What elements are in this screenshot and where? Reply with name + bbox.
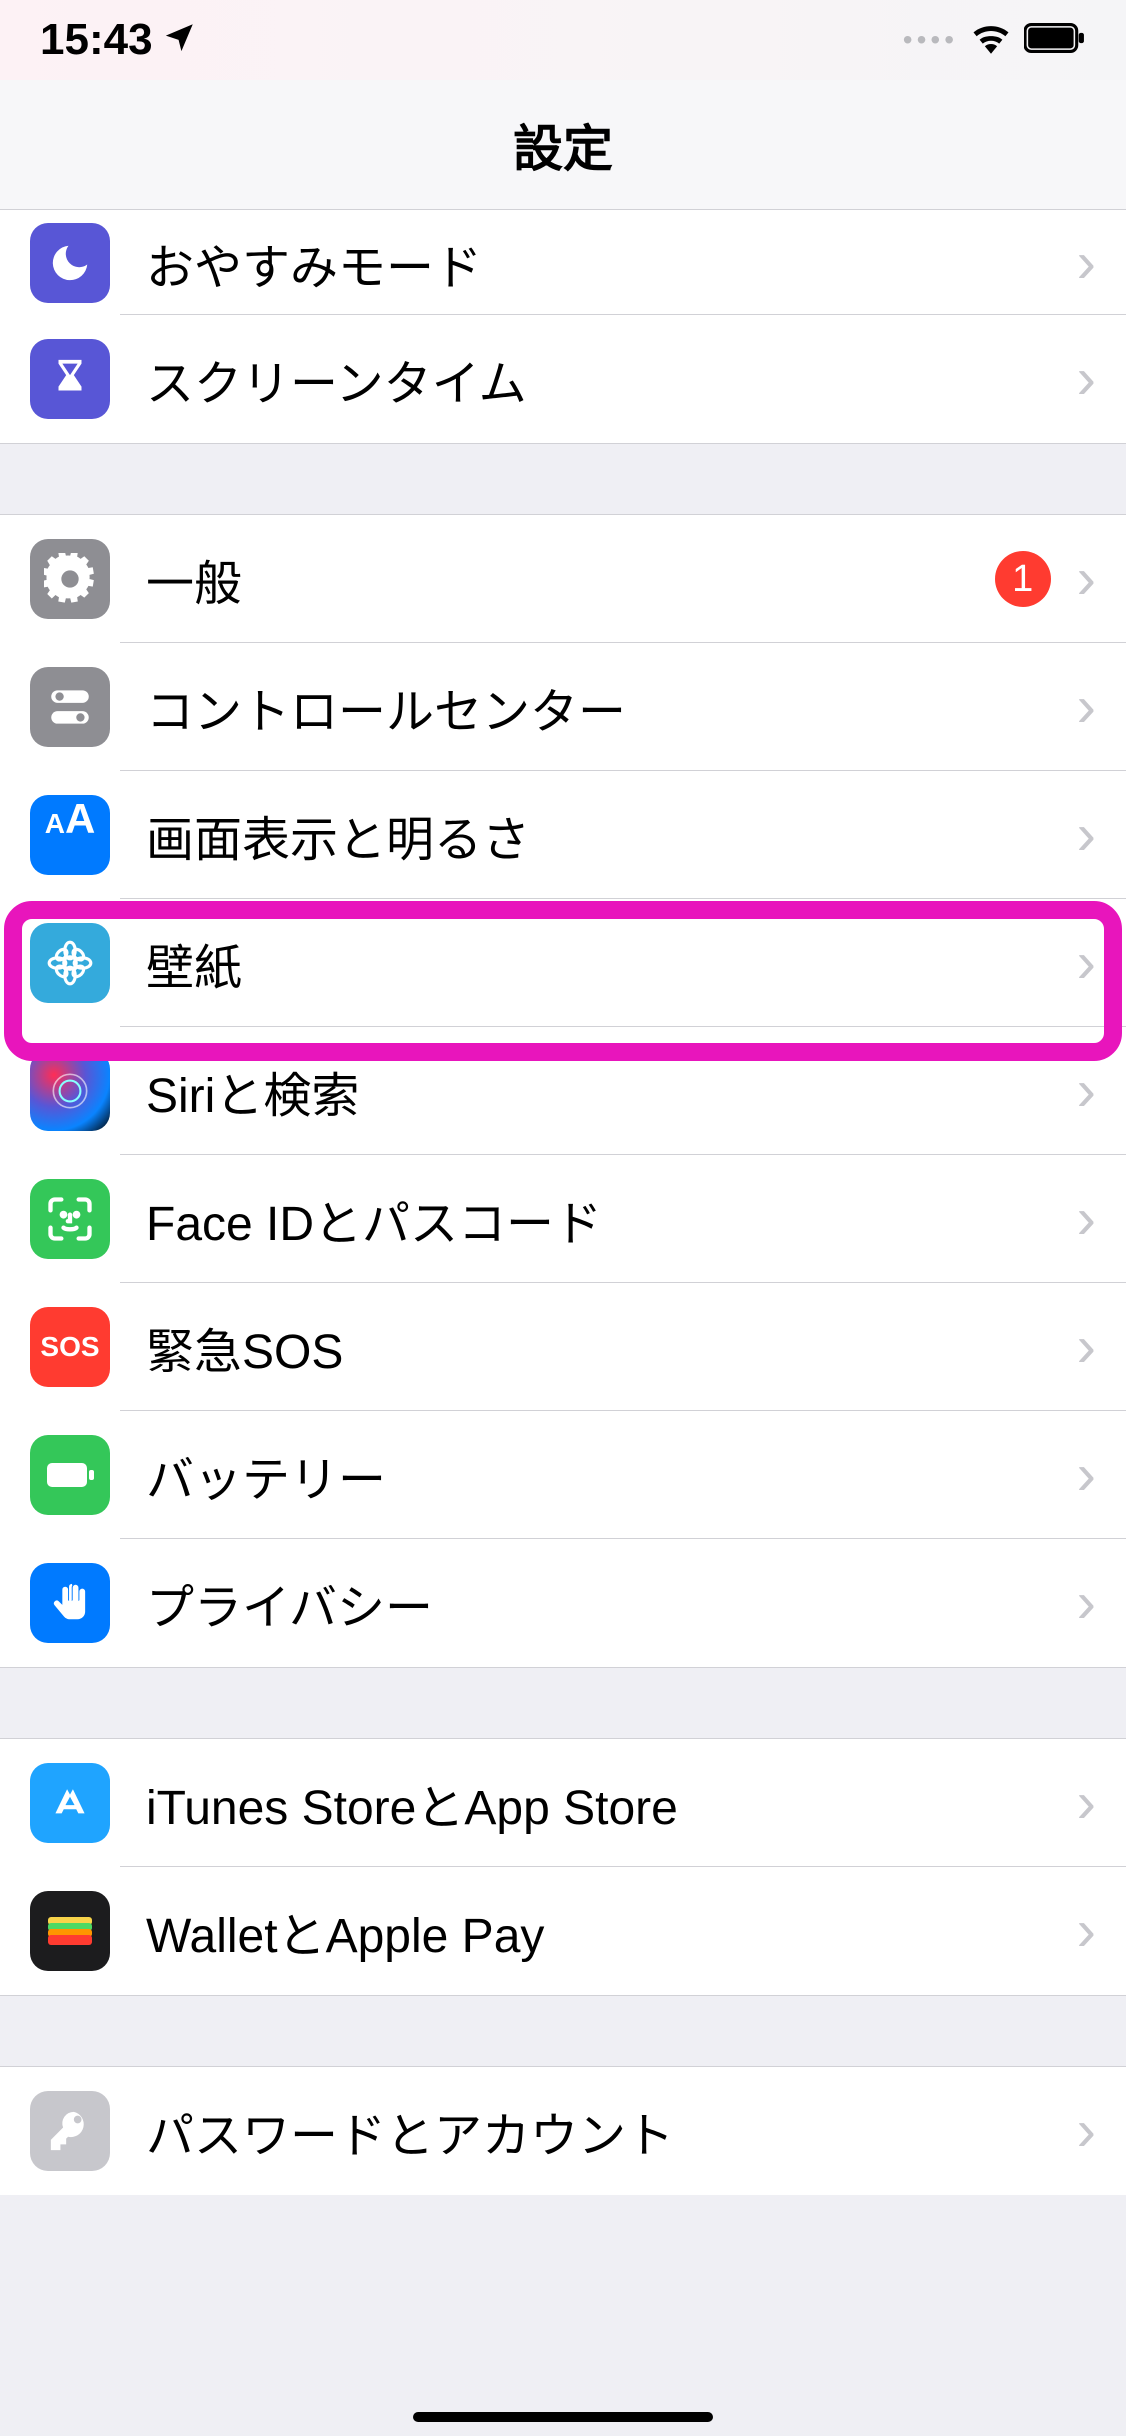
flower-icon <box>30 923 110 1003</box>
chevron-right-icon: › <box>1077 2102 1096 2160</box>
settings-group: iTunes StoreとApp Store › WalletとApple Pa… <box>0 1738 1126 1996</box>
row-label: バッテリー <box>146 1440 1073 1510</box>
row-dnd[interactable]: おやすみモード › <box>0 210 1126 315</box>
status-left: 15:43 <box>40 15 197 65</box>
row-label: Siriと検索 <box>146 1056 1073 1126</box>
status-bar: 15:43 •••• <box>0 0 1126 80</box>
hourglass-icon <box>30 339 110 419</box>
row-label: 一般 <box>146 544 995 614</box>
text-size-icon: AA <box>30 795 110 875</box>
chevron-right-icon: › <box>1077 1574 1096 1632</box>
row-label: プライバシー <box>146 1568 1073 1638</box>
chevron-right-icon: › <box>1077 934 1096 992</box>
row-control-center[interactable]: コントロールセンター › <box>0 643 1126 771</box>
row-display[interactable]: AA 画面表示と明るさ › <box>0 771 1126 899</box>
settings-group: 一般 1 › コントロールセンター › AA 画面表示と明るさ › 壁紙 › <box>0 514 1126 1668</box>
toggles-icon <box>30 667 110 747</box>
row-wallpaper[interactable]: 壁紙 › <box>0 899 1126 1027</box>
home-indicator[interactable] <box>413 2412 713 2422</box>
battery-icon <box>1024 23 1086 58</box>
face-id-icon <box>30 1179 110 1259</box>
row-screentime[interactable]: スクリーンタイム › <box>0 315 1126 443</box>
row-label: Face IDとパスコード <box>146 1184 1073 1254</box>
wallet-icon <box>30 1891 110 1971</box>
row-label: コントロールセンター <box>146 672 1073 742</box>
chevron-right-icon: › <box>1077 1774 1096 1832</box>
siri-icon <box>30 1051 110 1131</box>
row-label: スクリーンタイム <box>146 344 1073 414</box>
row-sos[interactable]: SOS 緊急SOS › <box>0 1283 1126 1411</box>
signal-dots-icon: •••• <box>903 24 958 56</box>
chevron-right-icon: › <box>1077 234 1096 292</box>
row-label: 壁紙 <box>146 928 1073 998</box>
row-wallet[interactable]: WalletとApple Pay › <box>0 1867 1126 1995</box>
chevron-right-icon: › <box>1077 678 1096 736</box>
row-label: 画面表示と明るさ <box>146 800 1073 870</box>
row-siri[interactable]: Siriと検索 › <box>0 1027 1126 1155</box>
status-right: •••• <box>903 22 1086 59</box>
chevron-right-icon: › <box>1077 806 1096 864</box>
settings-group: おやすみモード › スクリーンタイム › <box>0 210 1126 444</box>
row-label: iTunes StoreとApp Store <box>146 1768 1073 1838</box>
sos-icon: SOS <box>30 1307 110 1387</box>
chevron-right-icon: › <box>1077 1446 1096 1504</box>
key-icon <box>30 2091 110 2171</box>
appstore-icon <box>30 1763 110 1843</box>
gear-icon <box>30 539 110 619</box>
row-privacy[interactable]: プライバシー › <box>0 1539 1126 1667</box>
chevron-right-icon: › <box>1077 1902 1096 1960</box>
wifi-icon <box>970 22 1012 59</box>
chevron-right-icon: › <box>1077 350 1096 408</box>
row-label: WalletとApple Pay <box>146 1896 1073 1966</box>
row-label: おやすみモード <box>146 228 1073 298</box>
chevron-right-icon: › <box>1077 1190 1096 1248</box>
notification-badge: 1 <box>995 551 1051 607</box>
chevron-right-icon: › <box>1077 1318 1096 1376</box>
row-faceid[interactable]: Face IDとパスコード › <box>0 1155 1126 1283</box>
location-icon <box>163 15 197 65</box>
row-itunes[interactable]: iTunes StoreとApp Store › <box>0 1739 1126 1867</box>
battery-icon <box>30 1435 110 1515</box>
moon-icon <box>30 223 110 303</box>
page-title: 設定 <box>0 80 1126 210</box>
row-label: 緊急SOS <box>146 1312 1073 1382</box>
settings-list[interactable]: おやすみモード › スクリーンタイム › 一般 1 › コントロールセンター › <box>0 210 1126 2195</box>
row-battery[interactable]: バッテリー › <box>0 1411 1126 1539</box>
row-general[interactable]: 一般 1 › <box>0 515 1126 643</box>
row-passwords[interactable]: パスワードとアカウント › <box>0 2067 1126 2195</box>
status-time: 15:43 <box>40 15 153 65</box>
chevron-right-icon: › <box>1077 550 1096 608</box>
row-label: パスワードとアカウント <box>146 2096 1073 2166</box>
hand-icon <box>30 1563 110 1643</box>
chevron-right-icon: › <box>1077 1062 1096 1120</box>
settings-group: パスワードとアカウント › <box>0 2066 1126 2195</box>
